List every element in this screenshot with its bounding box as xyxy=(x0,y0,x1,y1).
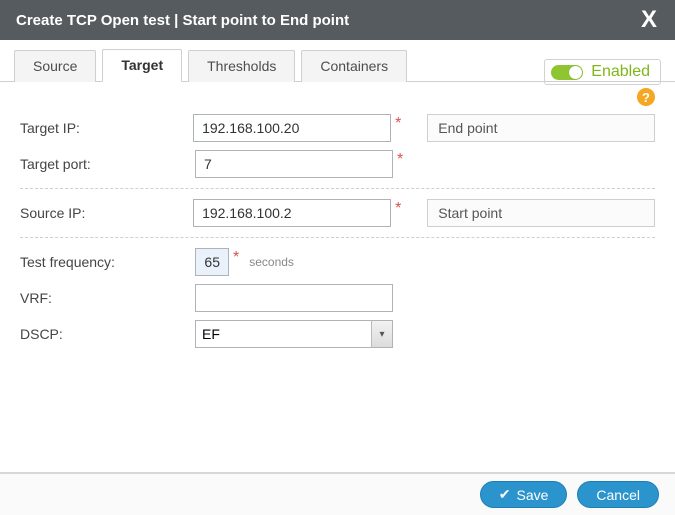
dialog-title: Create TCP Open test | Start point to En… xyxy=(16,12,635,29)
enabled-label: Enabled xyxy=(591,63,650,81)
row-frequency: Test frequency: * seconds xyxy=(20,248,655,276)
divider xyxy=(20,188,655,189)
row-dscp: DSCP: EF ▾ xyxy=(20,320,655,348)
row-target-port: Target port: * xyxy=(20,150,655,178)
save-label: Save xyxy=(516,487,548,503)
source-ip-name: Start point xyxy=(427,199,655,227)
cancel-label: Cancel xyxy=(596,487,640,503)
label-dscp: DSCP: xyxy=(20,326,195,342)
label-target-port: Target port: xyxy=(20,156,195,172)
label-target-ip: Target IP: xyxy=(20,120,193,136)
enabled-toggle[interactable] xyxy=(551,65,583,80)
close-icon[interactable]: X xyxy=(635,6,663,34)
input-target-ip[interactable] xyxy=(193,114,391,142)
tab-bar: Source Target Thresholds Containers Enab… xyxy=(0,40,675,82)
input-source-ip[interactable] xyxy=(193,199,391,227)
title-bar: Create TCP Open test | Start point to En… xyxy=(0,0,675,40)
tab-thresholds[interactable]: Thresholds xyxy=(188,50,295,82)
required-marker: * xyxy=(395,200,401,218)
label-frequency: Test frequency: xyxy=(20,254,195,270)
input-frequency[interactable] xyxy=(195,248,229,276)
tab-target[interactable]: Target xyxy=(102,49,182,82)
tab-source[interactable]: Source xyxy=(14,50,96,82)
form-content: ? Target IP: * End point Target port: * … xyxy=(0,82,675,348)
select-dscp[interactable]: EF xyxy=(195,320,393,348)
row-target-ip: Target IP: * End point xyxy=(20,114,655,142)
row-vrf: VRF: xyxy=(20,284,655,312)
frequency-unit: seconds xyxy=(249,255,294,269)
input-target-port[interactable] xyxy=(195,150,393,178)
row-source-ip: Source IP: * Start point xyxy=(20,199,655,227)
check-icon: ✔ xyxy=(499,486,511,503)
help-icon[interactable]: ? xyxy=(637,88,655,106)
label-vrf: VRF: xyxy=(20,290,195,306)
required-marker: * xyxy=(397,151,403,169)
required-marker: * xyxy=(395,115,401,133)
save-button[interactable]: ✔ Save xyxy=(480,481,568,508)
label-source-ip: Source IP: xyxy=(20,205,193,221)
target-ip-name: End point xyxy=(427,114,655,142)
tab-containers[interactable]: Containers xyxy=(301,50,407,82)
divider xyxy=(20,237,655,238)
required-marker: * xyxy=(233,249,239,267)
footer: ✔ Save Cancel xyxy=(0,472,675,515)
cancel-button[interactable]: Cancel xyxy=(577,481,659,508)
input-vrf[interactable] xyxy=(195,284,393,312)
